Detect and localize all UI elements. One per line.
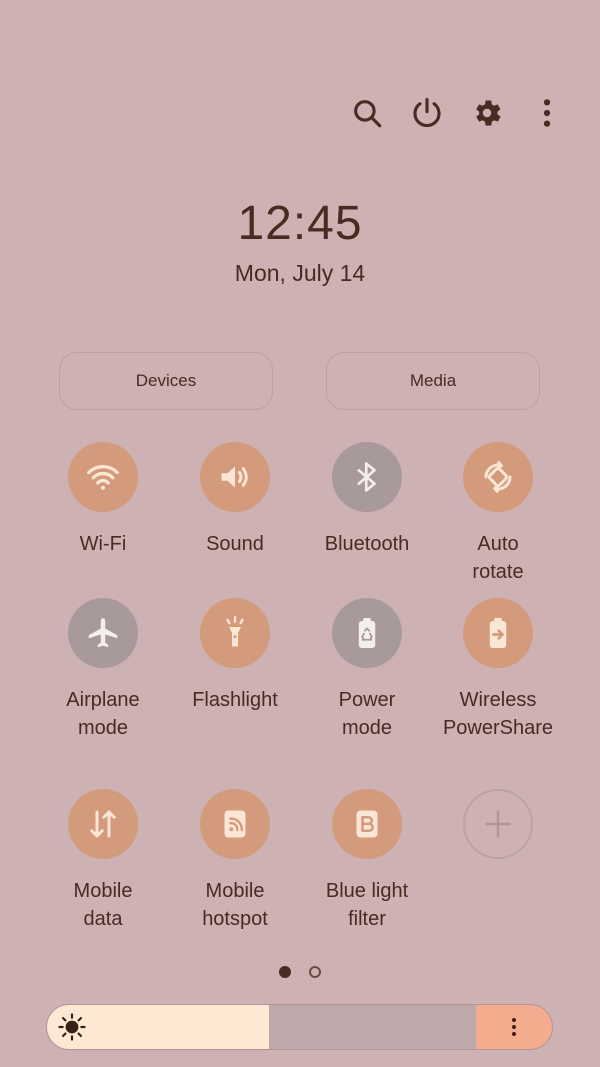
tile-airplane-mode-label: Airplane mode xyxy=(66,689,140,739)
page-dot-1[interactable] xyxy=(279,966,291,978)
brightness-options-button[interactable] xyxy=(476,1005,552,1049)
add-tile-button[interactable] xyxy=(463,789,533,859)
more-options-button[interactable] xyxy=(522,88,572,138)
tile-mobile-hotspot-toggle[interactable] xyxy=(200,789,270,859)
tile-flashlight-label: Flashlight xyxy=(192,689,278,711)
tile-auto-rotate-label: Auto rotate xyxy=(472,533,524,583)
more-vertical-icon xyxy=(512,1018,516,1036)
tile-flashlight-toggle[interactable] xyxy=(200,598,270,668)
tile-add[interactable] xyxy=(432,789,564,877)
tile-auto-rotate[interactable]: Auto rotate xyxy=(432,442,564,586)
brightness-slider[interactable] xyxy=(46,1004,553,1050)
tile-wireless-powershare-label: Wireless PowerShare xyxy=(442,689,554,739)
hotspot-icon xyxy=(224,810,246,838)
tile-blue-light-filter[interactable]: Blue light filter xyxy=(301,789,433,933)
tile-bluetooth-label: Bluetooth xyxy=(324,533,410,555)
tile-power-mode[interactable]: Power mode xyxy=(301,598,433,742)
auto-rotate-icon xyxy=(484,461,512,493)
tile-wifi-label: Wi-Fi xyxy=(79,533,127,555)
settings-button[interactable] xyxy=(462,88,512,138)
flashlight-icon xyxy=(226,616,244,647)
tile-bluetooth[interactable]: Bluetooth xyxy=(301,442,433,558)
sun-icon xyxy=(58,1013,86,1041)
tile-mobile-data[interactable]: Mobile data xyxy=(37,789,169,933)
tile-mobile-data-label: Mobile data xyxy=(73,880,133,930)
tile-mobile-hotspot[interactable]: Mobile hotspot xyxy=(169,789,301,933)
blue-light-filter-icon xyxy=(356,810,378,838)
tile-sound-label: Sound xyxy=(206,533,264,555)
quick-settings-panel: 12:45 Mon, July 14 Devices Media Wi-Fi S… xyxy=(0,0,600,1067)
search-icon xyxy=(354,100,382,128)
airplane-icon xyxy=(88,618,118,648)
tile-airplane-mode[interactable]: Airplane mode xyxy=(37,598,169,742)
top-action-bar xyxy=(0,88,600,138)
gear-icon xyxy=(476,100,501,126)
wifi-icon xyxy=(87,465,119,490)
tile-mobile-data-toggle[interactable] xyxy=(68,789,138,859)
tile-wireless-powershare-toggle[interactable] xyxy=(463,598,533,668)
speaker-icon xyxy=(221,466,248,488)
bluetooth-icon xyxy=(357,462,376,492)
page-indicator xyxy=(0,966,600,978)
tile-sound[interactable]: Sound xyxy=(169,442,301,558)
powershare-icon xyxy=(489,618,507,648)
power-button[interactable] xyxy=(402,88,452,138)
tile-airplane-mode-toggle[interactable] xyxy=(68,598,138,668)
tile-blue-light-filter-toggle[interactable] xyxy=(332,789,402,859)
tile-mobile-hotspot-label: Mobile hotspot xyxy=(202,880,268,930)
clock-date[interactable]: Mon, July 14 xyxy=(0,260,600,287)
tile-wireless-powershare[interactable]: Wireless PowerShare xyxy=(432,598,564,742)
power-icon xyxy=(413,97,441,128)
tile-wifi[interactable]: Wi-Fi xyxy=(37,442,169,558)
media-button[interactable]: Media xyxy=(326,352,540,410)
add-icon xyxy=(484,810,512,838)
clock-time[interactable]: 12:45 xyxy=(0,196,600,251)
tile-flashlight[interactable]: Flashlight xyxy=(169,598,301,714)
data-arrows-icon xyxy=(90,810,116,838)
search-button[interactable] xyxy=(342,88,392,138)
tile-bluetooth-toggle[interactable] xyxy=(332,442,402,512)
page-dot-2[interactable] xyxy=(309,966,321,978)
tile-blue-light-filter-label: Blue light filter xyxy=(325,880,409,930)
tile-auto-rotate-toggle[interactable] xyxy=(463,442,533,512)
tile-sound-toggle[interactable] xyxy=(200,442,270,512)
battery-recycle-icon xyxy=(358,618,376,648)
tile-power-mode-toggle[interactable] xyxy=(332,598,402,668)
tile-power-mode-label: Power mode xyxy=(338,689,396,739)
more-vertical-icon xyxy=(543,99,551,127)
tile-wifi-toggle[interactable] xyxy=(68,442,138,512)
devices-button[interactable]: Devices xyxy=(59,352,273,410)
